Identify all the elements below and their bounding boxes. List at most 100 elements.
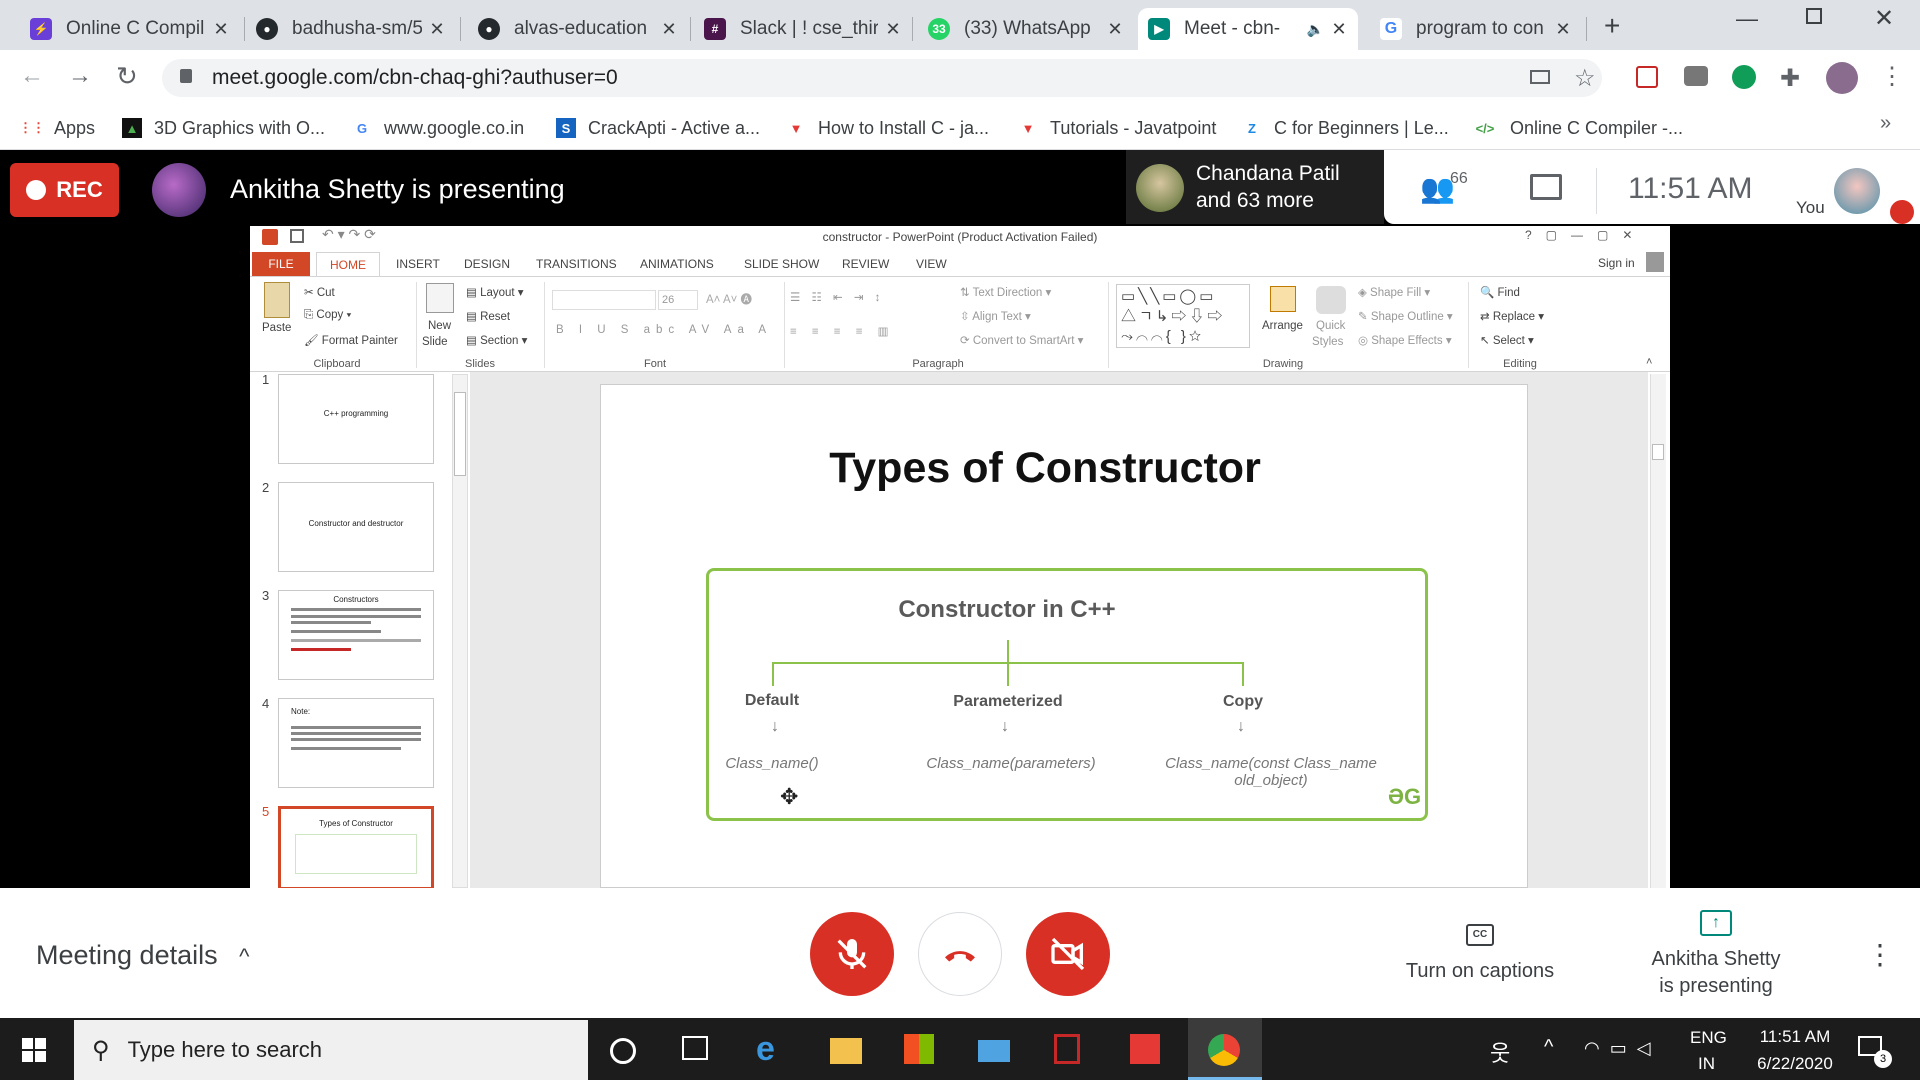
present-button-line1[interactable]: Ankitha Shetty [1636, 948, 1796, 971]
file-explorer-icon[interactable] [830, 1038, 862, 1064]
bookmarks-overflow-icon[interactable]: » [1880, 112, 1891, 135]
shape-outline-button[interactable]: ✎ Shape Outline ▾ [1358, 309, 1453, 323]
forward-button[interactable]: → [68, 62, 92, 90]
select-button[interactable]: ↖ Select ▾ [1480, 333, 1534, 347]
bookmark-apps[interactable]: ⋮⋮ Apps [19, 114, 95, 142]
font-grow-shrink-icon[interactable]: A˄ A˅ 🅐 [706, 291, 752, 307]
edge-icon[interactable]: e [756, 1030, 775, 1069]
quick-styles-icon[interactable] [1316, 286, 1346, 314]
slide-thumbnail-1[interactable]: C++ programming [278, 374, 434, 464]
reload-button[interactable]: ↻ [116, 61, 138, 92]
language-indicator[interactable]: ENG [1690, 1028, 1727, 1048]
font-name-select[interactable] [552, 290, 656, 310]
bookmark-c-beginners[interactable]: Z C for Beginners | Le... [1242, 114, 1449, 142]
profile-avatar[interactable] [1826, 62, 1858, 94]
menu-transitions[interactable]: TRANSITIONS [536, 257, 617, 271]
screenshot-icon[interactable] [1684, 66, 1708, 86]
tab-slack[interactable]: # Slack | ! cse_thir ✕ [694, 8, 912, 50]
menu-design[interactable]: DESIGN [464, 257, 510, 271]
present-screen-icon[interactable]: ↑ [1700, 910, 1732, 936]
tab-github-alvas[interactable]: ● alvas-education ✕ [468, 8, 688, 50]
puzzle-icon[interactable]: ✚ [1780, 64, 1800, 93]
section-button[interactable]: ▤ Section ▾ [466, 333, 527, 347]
paste-icon[interactable] [264, 282, 290, 318]
close-icon[interactable]: ✕ [1330, 19, 1348, 40]
mcafee-icon[interactable] [1054, 1034, 1080, 1064]
bookmark-javatpoint[interactable]: ▼ Tutorials - Javatpoint [1018, 114, 1217, 142]
tray-icons[interactable]: ◠▭◁ [1584, 1038, 1661, 1059]
paste-button[interactable]: Paste [262, 322, 291, 334]
align-text-button[interactable]: ⇳ Align Text ▾ [960, 309, 1031, 323]
bookmark-google[interactable]: Gwww.google.co.in [352, 114, 524, 142]
language-region[interactable]: IN [1698, 1054, 1715, 1074]
close-icon[interactable]: ✕ [212, 19, 230, 40]
extension-icon[interactable] [1636, 66, 1658, 88]
taskbar-clock[interactable]: 11:51 AM [1750, 1027, 1840, 1047]
arrange-icon[interactable] [1270, 286, 1296, 312]
store-icon[interactable] [904, 1034, 934, 1064]
tab-meet-active[interactable]: ▶ Meet - cbn- 🔈 ✕ [1138, 8, 1358, 50]
bookmark-3d-graphics[interactable]: ▲ 3D Graphics with O... [122, 114, 325, 142]
font-format-icons[interactable]: B I U S abc AV Aa A [556, 324, 772, 336]
bookmark-crackapti[interactable]: S CrackApti - Active a... [556, 114, 760, 142]
app-icon[interactable] [1130, 1034, 1160, 1064]
chevron-up-icon[interactable]: ^ [1544, 1036, 1553, 1059]
menu-review[interactable]: REVIEW [842, 257, 889, 271]
shape-effects-button[interactable]: ◎ Shape Effects ▾ [1358, 333, 1452, 347]
leave-call-button[interactable] [918, 912, 1002, 996]
people-tray-icon[interactable]: 웃 [1490, 1036, 1510, 1068]
cut-button[interactable]: ✂ Cut [304, 285, 335, 299]
copy-button[interactable]: ⎘ Copy ▾ [304, 309, 351, 322]
align-icons[interactable]: ≡ ≡ ≡ ≡ ▥ [790, 324, 895, 338]
mic-toggle-button[interactable] [810, 912, 894, 996]
minimize-button[interactable]: — [1736, 6, 1758, 32]
find-button[interactable]: 🔍 Find [1480, 285, 1520, 299]
present-button-line2[interactable]: is presenting [1636, 975, 1796, 998]
new-tab-button[interactable]: + [1604, 10, 1620, 42]
ppt-window-controls[interactable]: ?▢—▢✕ [1525, 228, 1646, 242]
more-options-icon[interactable]: ⋮ [1866, 938, 1894, 971]
scrollbar-thumb[interactable] [1652, 444, 1664, 460]
menu-view[interactable]: VIEW [916, 257, 947, 271]
task-view-icon[interactable] [682, 1036, 708, 1060]
camera-blocked-icon[interactable] [1530, 70, 1550, 84]
cortana-icon[interactable] [610, 1038, 636, 1064]
close-icon[interactable]: ✕ [884, 19, 902, 40]
close-icon[interactable]: ✕ [428, 19, 446, 40]
text-direction-button[interactable]: ⇅ Text Direction ▾ [960, 285, 1051, 299]
back-button[interactable]: ← [20, 62, 44, 90]
close-icon[interactable]: ✕ [660, 19, 678, 40]
bookmark-online-c[interactable]: </> Online C Compiler -... [1472, 114, 1683, 142]
scrollbar-thumb[interactable] [454, 392, 466, 476]
more-icon[interactable]: ⋮ [1880, 62, 1904, 91]
replace-button[interactable]: ⇄ Replace ▾ [1480, 309, 1544, 323]
layout-button[interactable]: ▤ Layout ▾ [466, 285, 524, 299]
camera-toggle-button[interactable] [1026, 912, 1110, 996]
tab-google-search[interactable]: G program to con ✕ [1370, 8, 1582, 50]
convert-smartart-button[interactable]: ⟳ Convert to SmartArt ▾ [960, 333, 1083, 347]
menu-animations[interactable]: ANIMATIONS [640, 257, 714, 271]
new-slide-label[interactable]: New [428, 320, 451, 332]
menu-slideshow[interactable]: SLIDE SHOW [744, 257, 819, 271]
tab-github-badhusha[interactable]: ● badhusha-sm/5 ✕ [246, 8, 456, 50]
sign-in-link[interactable]: Sign in [1598, 256, 1635, 270]
bookmark-install-c[interactable]: ▼ How to Install C - ja... [786, 114, 990, 142]
bookmark-star-icon[interactable]: ☆ [1574, 64, 1596, 93]
new-slide-icon[interactable] [426, 283, 454, 313]
shape-fill-button[interactable]: ◈ Shape Fill ▾ [1358, 285, 1430, 299]
chat-icon[interactable] [1530, 174, 1562, 200]
grammarly-icon[interactable] [1732, 65, 1756, 89]
close-icon[interactable]: ✕ [1106, 19, 1124, 40]
close-window-button[interactable]: ✕ [1874, 4, 1894, 33]
taskbar-date[interactable]: 6/22/2020 [1748, 1054, 1842, 1074]
menu-file[interactable]: FILE [252, 252, 310, 276]
format-painter-button[interactable]: 🖌 Format Painter [304, 333, 398, 347]
captions-button[interactable]: Turn on captions [1400, 960, 1560, 983]
menu-home[interactable]: HOME [316, 252, 380, 276]
close-icon[interactable]: ✕ [1554, 19, 1572, 40]
new-slide-label-2[interactable]: Slide [422, 336, 448, 348]
slide-thumbnail-2[interactable]: Constructor and destructor [278, 482, 434, 572]
quick-styles-button-2[interactable]: Styles [1312, 336, 1343, 348]
tab-whatsapp[interactable]: 33 (33) WhatsApp ✕ [918, 8, 1134, 50]
meeting-details-button[interactable]: Meeting details ^ [36, 940, 249, 971]
